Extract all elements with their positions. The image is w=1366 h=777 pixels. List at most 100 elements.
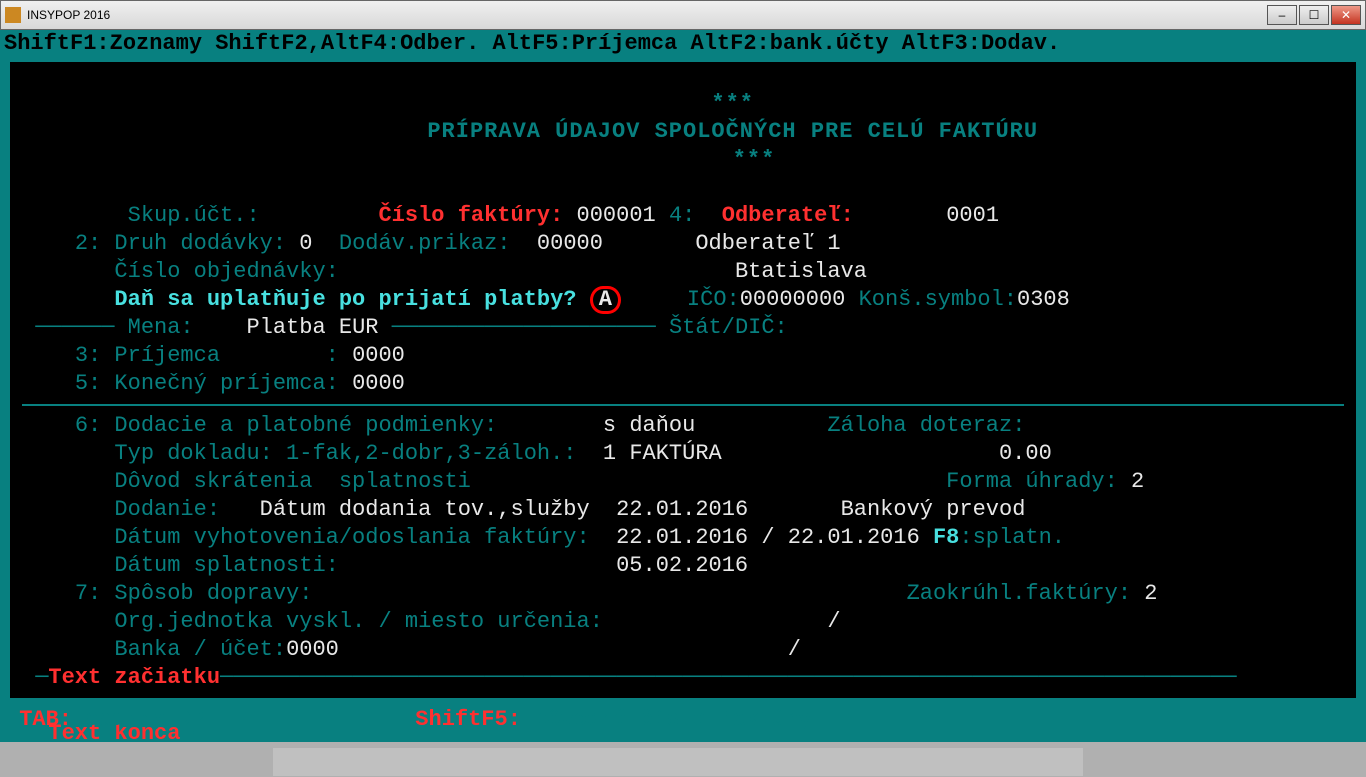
row-podmienky: 6: Dodacie a platobné podmienky: s daňou… bbox=[22, 412, 1344, 440]
row-typ-dokladu: Typ dokladu: 1-fak,2-dobr,3-záloh.: 1 FA… bbox=[22, 440, 1344, 468]
f8-key[interactable]: F8 bbox=[933, 525, 959, 550]
app-window: INSYPOP 2016 – ☐ ✕ ShiftF1:Zoznamy Shift… bbox=[0, 0, 1366, 742]
org-slash: / bbox=[827, 609, 840, 634]
mena-label: Mena: bbox=[128, 315, 194, 340]
konecny-prijemca-label: Konečný príjemca: bbox=[114, 371, 338, 396]
splatn-label: :splatn. bbox=[959, 525, 1065, 550]
ico-label: IČO: bbox=[687, 287, 740, 312]
druh-dodavky-value[interactable]: 0 bbox=[299, 231, 312, 256]
ico-value: 00000000 bbox=[740, 287, 846, 312]
stat-dic-label: Štát/DIČ: bbox=[669, 315, 788, 340]
vyhotovenie-label: Dátum vyhotovenia/odoslania faktúry: bbox=[114, 525, 589, 550]
menu-4: 4: bbox=[669, 203, 695, 228]
cislo-objednavky-label: Číslo objednávky: bbox=[114, 259, 338, 284]
row-objednavka: Číslo objednávky: Btatislava bbox=[22, 258, 1344, 286]
content-area: ShiftF1:Zoznamy ShiftF2,AltF4:Odber. Alt… bbox=[0, 30, 1366, 742]
menu-bar[interactable]: ShiftF1:Zoznamy ShiftF2,AltF4:Odber. Alt… bbox=[0, 30, 1366, 58]
divider bbox=[22, 404, 1344, 406]
typ-dokladu-name: FAKTÚRA bbox=[629, 441, 721, 466]
slash1: / bbox=[761, 525, 774, 550]
banka-label: Banka / účet: bbox=[114, 637, 286, 662]
prijemca-label: Príjemca bbox=[114, 343, 220, 368]
dodanie-mid: Dátum dodania tov.,služby bbox=[260, 497, 590, 522]
row-vyhotovenie: Dátum vyhotovenia/odoslania faktúry: 22.… bbox=[22, 524, 1344, 552]
text-zaciatku-label: Text začiatku bbox=[48, 665, 220, 690]
odberatel-name: Odberateľ 1 bbox=[695, 231, 840, 256]
dan-question: Daň sa uplatňuje po prijatí platby? bbox=[114, 287, 576, 312]
shiftf5-desc: pôvodné číslo faktúry bbox=[534, 707, 811, 732]
row-orgjednotka: Org.jednotka vyskl. / miesto určenia: / bbox=[22, 608, 1344, 636]
cislo-faktury-value[interactable]: 000001 bbox=[577, 203, 656, 228]
menu-7: 7: bbox=[75, 581, 101, 606]
dodanie-label: Dodanie: bbox=[114, 497, 220, 522]
window-buttons: – ☐ ✕ bbox=[1267, 5, 1361, 25]
row-konecny: 5: Konečný príjemca: 0000 bbox=[22, 370, 1344, 398]
konecny-prijemca-value[interactable]: 0000 bbox=[352, 371, 405, 396]
dan-answer[interactable]: A bbox=[590, 286, 621, 314]
text-input[interactable] bbox=[273, 748, 1083, 776]
kons-symbol-value[interactable]: 0308 bbox=[1017, 287, 1070, 312]
row-dovod: Dôvod skrátenia splatnosti Forma úhrady:… bbox=[22, 468, 1344, 496]
zaokruhl-value[interactable]: 2 bbox=[1144, 581, 1157, 606]
doprava-label: Spôsob dopravy: bbox=[114, 581, 312, 606]
text-zaciatku-divider: ─Text začiatku──────────────────────────… bbox=[22, 664, 1344, 692]
odberatel-label: Odberateľ: bbox=[722, 203, 854, 228]
form-body: *** PRÍPRAVA ÚDAJOV SPOLOČNÝCH PRE CELÚ … bbox=[10, 62, 1356, 698]
close-button[interactable]: ✕ bbox=[1331, 5, 1361, 25]
row-skup: Skup.účt.: Číslo faktúry: 000001 4: Odbe… bbox=[22, 202, 1344, 230]
row-dan: Daň sa uplatňuje po prijatí platby? A IČ… bbox=[22, 286, 1344, 314]
tab-key-desc: sadzby DPH bbox=[85, 707, 217, 732]
dovod-label: Dôvod skrátenia splatnosti bbox=[114, 469, 470, 494]
bankovy-prevod: Bankový prevod bbox=[841, 497, 1026, 522]
vyhotovenie-d2[interactable]: 22.01.2016 bbox=[788, 525, 920, 550]
row-banka: Banka / účet:0000 / bbox=[22, 636, 1344, 664]
forma-uhrady-value[interactable]: 2 bbox=[1131, 469, 1144, 494]
odberatel-value[interactable]: 0001 bbox=[946, 203, 999, 228]
row-doprava: 7: Spôsob dopravy: Zaokrúhl.faktúry: 2 bbox=[22, 580, 1344, 608]
vyhotovenie-d1[interactable]: 22.01.2016 bbox=[616, 525, 748, 550]
typ-dokladu-label: Typ dokladu: 1-fak,2-dobr,3-záloh.: bbox=[114, 441, 576, 466]
banka-value[interactable]: 0000 bbox=[286, 637, 339, 662]
druh-dodavky-label: Druh dodávky: bbox=[114, 231, 286, 256]
podmienky-label: Dodacie a platobné podmienky: bbox=[114, 413, 497, 438]
zaloha-label: Záloha doteraz: bbox=[827, 413, 1025, 438]
dodavaci-prikaz-label: Dodáv.prikaz: bbox=[339, 231, 511, 256]
zaloha-value[interactable]: 0.00 bbox=[999, 441, 1052, 466]
row-splatnost: Dátum splatnosti: 05.02.2016 bbox=[22, 552, 1344, 580]
titlebar: INSYPOP 2016 – ☐ ✕ bbox=[0, 0, 1366, 30]
menu-3: 3: bbox=[75, 343, 101, 368]
row-prijemca: 3: Príjemca : 0000 bbox=[22, 342, 1344, 370]
input-row bbox=[22, 748, 1344, 777]
cislo-faktury-label: Číslo faktúry: bbox=[378, 203, 563, 228]
form-header: *** PRÍPRAVA ÚDAJOV SPOLOČNÝCH PRE CELÚ … bbox=[22, 62, 1344, 202]
window-title: INSYPOP 2016 bbox=[27, 1, 1267, 29]
prijemca-value[interactable]: 0000 bbox=[352, 343, 405, 368]
main-frame: *** PRÍPRAVA ÚDAJOV SPOLOČNÝCH PRE CELÚ … bbox=[6, 58, 1360, 702]
splatnost-date[interactable]: 05.02.2016 bbox=[616, 553, 748, 578]
app-icon bbox=[5, 7, 21, 23]
minimize-button[interactable]: – bbox=[1267, 5, 1297, 25]
header-title: PRÍPRAVA ÚDAJOV SPOLOČNÝCH PRE CELÚ FAKT… bbox=[427, 119, 1038, 144]
skup-uct-label: Skup.účt.: bbox=[128, 203, 260, 228]
mena-value[interactable]: Platba EUR bbox=[246, 315, 378, 340]
s-danou: s daňou bbox=[603, 413, 695, 438]
stars-left: *** bbox=[711, 91, 754, 116]
row-druh: 2: Druh dodávky: 0 Dodáv.prikaz: 00000 O… bbox=[22, 230, 1344, 258]
menu-5: 5: bbox=[75, 371, 101, 396]
typ-dokladu-num[interactable]: 1 bbox=[603, 441, 616, 466]
dodavaci-prikaz-value[interactable]: 00000 bbox=[537, 231, 603, 256]
kons-symbol-label: Konš.symbol: bbox=[859, 287, 1017, 312]
shiftf5-label: ShiftF5: bbox=[415, 707, 521, 732]
row-mena: ────── Mena: Platba EUR ────────────────… bbox=[22, 314, 1344, 342]
row-dodanie: Dodanie: Dátum dodania tov.,služby 22.01… bbox=[22, 496, 1344, 524]
menu-6: 6: bbox=[75, 413, 101, 438]
stars-right: *** bbox=[733, 147, 776, 172]
dodanie-date[interactable]: 22.01.2016 bbox=[616, 497, 748, 522]
maximize-button[interactable]: ☐ bbox=[1299, 5, 1329, 25]
banka-slash: / bbox=[788, 637, 801, 662]
menu-2: 2: bbox=[75, 231, 101, 256]
org-jednotka-label: Org.jednotka vyskl. / miesto určenia: bbox=[114, 609, 602, 634]
footer-bar: TAB: sadzby DPH ShiftF5: pôvodné číslo f… bbox=[6, 706, 1360, 736]
odberatel-city: Btatislava bbox=[735, 259, 867, 284]
forma-uhrady-label: Forma úhrady: bbox=[946, 469, 1118, 494]
